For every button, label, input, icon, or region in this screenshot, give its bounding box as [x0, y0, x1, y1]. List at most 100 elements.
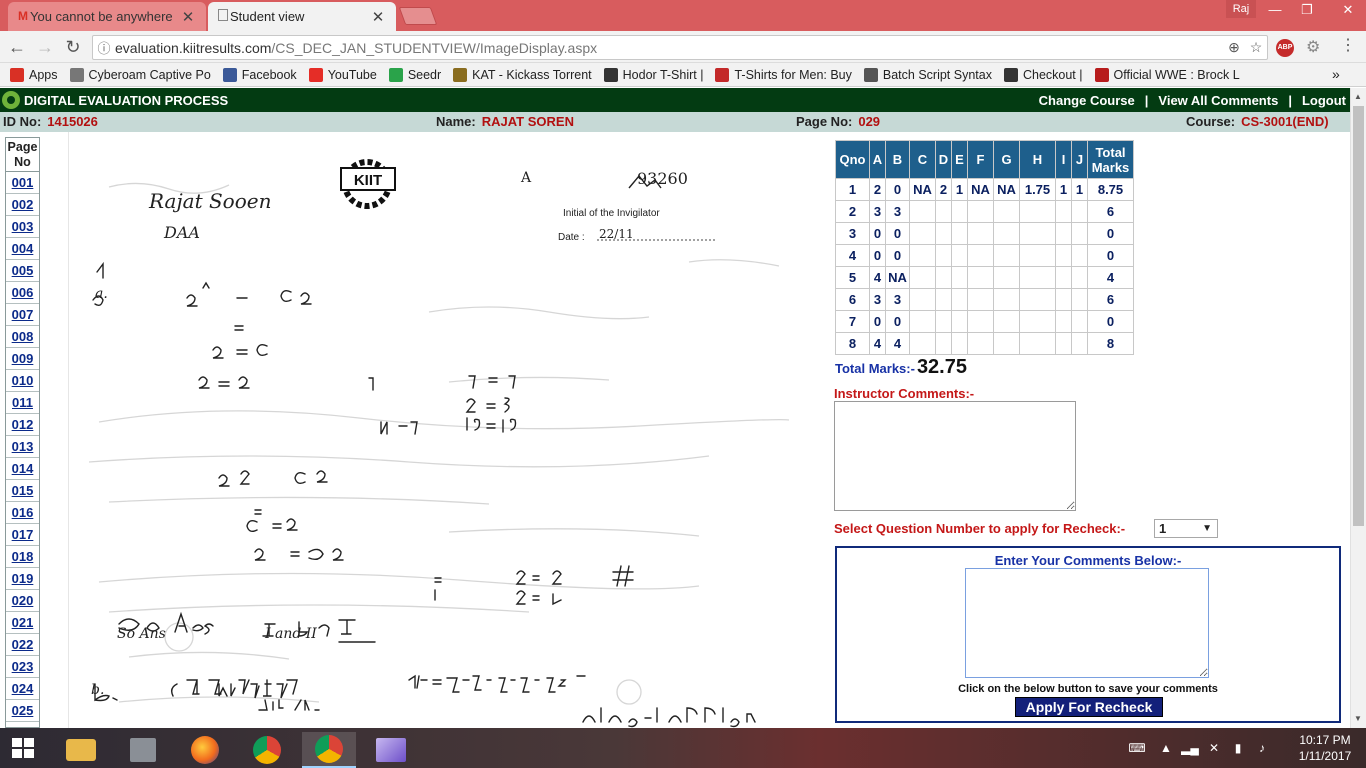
bookmark-item[interactable]: Checkout |: [1003, 67, 1083, 82]
marks-cell: 3: [835, 222, 870, 245]
info-icon[interactable]: ⓘ: [93, 38, 115, 57]
page-link[interactable]: 022: [6, 634, 39, 656]
marks-cell: [951, 332, 968, 355]
scroll-thumb[interactable]: [1353, 106, 1364, 526]
zoom-icon[interactable]: ⊕: [1223, 39, 1245, 56]
bookmark-star-icon[interactable]: ☆: [1245, 39, 1267, 56]
taskbar-clock[interactable]: 10:17 PM 1/11/2017: [1290, 732, 1360, 764]
page-link[interactable]: 003: [6, 216, 39, 238]
volume-icon[interactable]: ♪: [1252, 741, 1272, 755]
sheet-roll: 93260: [637, 169, 688, 188]
close-icon[interactable]: ✕: [370, 8, 386, 26]
page-link[interactable]: 013: [6, 436, 39, 458]
recheck-question-select[interactable]: 1 ▼: [1154, 519, 1218, 538]
scroll-down-icon[interactable]: ▼: [1354, 714, 1362, 723]
desktop-app-icon[interactable]: [116, 732, 170, 768]
change-course-link[interactable]: Change Course: [1039, 93, 1135, 108]
bookmark-item[interactable]: KAT - Kickass Torrent: [453, 67, 592, 82]
window-close-icon[interactable]: ✕: [1330, 0, 1366, 20]
tab-title: Student view: [230, 9, 305, 24]
table-row: 5 4 NA 4: [835, 266, 1134, 289]
page-link[interactable]: 018: [6, 546, 39, 568]
scroll-up-icon[interactable]: ▲: [1354, 92, 1362, 101]
view-all-comments-link[interactable]: View All Comments: [1158, 93, 1278, 108]
page-link[interactable]: 012: [6, 414, 39, 436]
adblock-plus-icon[interactable]: ABP: [1276, 39, 1294, 57]
battery-icon[interactable]: ▮: [1228, 741, 1248, 755]
page-link[interactable]: 006: [6, 282, 39, 304]
tshirt-icon: [715, 67, 730, 82]
date-label: Date :: [558, 232, 585, 243]
profile-badge[interactable]: Raj: [1226, 0, 1256, 18]
bookmark-item[interactable]: Hodor T-Shirt |: [603, 67, 703, 82]
page-link[interactable]: 014: [6, 458, 39, 480]
bookmark-item[interactable]: Official WWE : Brock L: [1094, 67, 1240, 82]
page-link[interactable]: 009: [6, 348, 39, 370]
minimize-icon[interactable]: —: [1260, 0, 1290, 20]
page-link[interactable]: 008: [6, 326, 39, 348]
bookmark-item[interactable]: Apps: [10, 67, 58, 82]
bookmark-item[interactable]: Seedr: [388, 67, 441, 82]
marks-cell: 8: [835, 332, 870, 355]
chevron-down-icon: ▼: [1202, 523, 1212, 534]
tab-student-view[interactable]: Student view ✕: [208, 2, 396, 31]
bookmark-item[interactable]: Batch Script Syntax: [863, 67, 992, 82]
page-link[interactable]: 019: [6, 568, 39, 590]
subject-name: DAA: [163, 223, 200, 242]
page-link[interactable]: 002: [6, 194, 39, 216]
marks-column-header: G: [993, 140, 1020, 179]
page-link[interactable]: 023: [6, 656, 39, 678]
page-link[interactable]: 024: [6, 678, 39, 700]
menu-dots-icon[interactable]: ⋮: [1340, 35, 1356, 55]
chrome-active-icon[interactable]: [302, 732, 356, 768]
logout-link[interactable]: Logout: [1302, 93, 1346, 108]
marks-cell: 0: [1087, 222, 1134, 245]
bookmark-label: KAT - Kickass Torrent: [472, 67, 592, 82]
page-link[interactable]: 007: [6, 304, 39, 326]
firefox-icon[interactable]: [178, 732, 232, 768]
bookmark-item[interactable]: Facebook: [222, 67, 297, 82]
bookmark-item[interactable]: YouTube: [308, 67, 377, 82]
bookmark-item[interactable]: Cyberoam Captive Po: [69, 67, 211, 82]
reload-icon[interactable]: ↻: [62, 36, 84, 58]
page-link[interactable]: 015: [6, 480, 39, 502]
apply-for-recheck-button[interactable]: Apply For Recheck: [1015, 697, 1163, 717]
marks-cell: [1071, 200, 1088, 223]
page-link[interactable]: 001: [6, 172, 39, 194]
marks-cell: 0: [869, 244, 886, 267]
student-comment-field[interactable]: [965, 568, 1209, 678]
signal-icon[interactable]: ▂▄: [1180, 741, 1200, 755]
windows-start-icon[interactable]: [12, 738, 34, 758]
chrome-icon[interactable]: [240, 732, 294, 768]
page-link[interactable]: 020: [6, 590, 39, 612]
media-player-icon[interactable]: [364, 732, 418, 768]
forward-icon[interactable]: →: [34, 36, 56, 58]
url-text[interactable]: evaluation.kiitresults.com/CS_DEC_JAN_ST…: [115, 40, 1223, 56]
bookmark-item[interactable]: T-Shirts for Men: Buy: [715, 67, 852, 82]
marks-cell: [967, 332, 994, 355]
page-link[interactable]: 004: [6, 238, 39, 260]
keyboard-icon[interactable]: ⌨: [1122, 741, 1152, 755]
comment-panel: Enter Your Comments Below:- Click on the…: [835, 546, 1341, 723]
page-link[interactable]: 021: [6, 612, 39, 634]
network-icon[interactable]: ✕: [1204, 741, 1224, 755]
page-link[interactable]: 011: [6, 392, 39, 414]
page-link[interactable]: 016: [6, 502, 39, 524]
tab-gmail[interactable]: M You cannot be anywhere ✕: [8, 2, 206, 31]
instructor-comments-field[interactable]: [834, 401, 1076, 511]
page-link[interactable]: 025: [6, 700, 39, 722]
marks-cell: [935, 244, 952, 267]
page-scrollbar[interactable]: ▲ ▼: [1350, 88, 1366, 728]
page-link[interactable]: 017: [6, 524, 39, 546]
restore-icon[interactable]: ❐: [1292, 0, 1322, 20]
page-link[interactable]: 005: [6, 260, 39, 282]
file-explorer-icon[interactable]: [54, 732, 108, 768]
close-icon[interactable]: ✕: [180, 8, 196, 26]
gear-icon[interactable]: ⚙: [1306, 37, 1320, 57]
more-bookmarks-icon[interactable]: »: [1332, 66, 1340, 82]
chevron-up-icon[interactable]: ▲: [1156, 741, 1176, 755]
page-link[interactable]: 010: [6, 370, 39, 392]
back-icon[interactable]: ←: [6, 36, 28, 58]
new-tab-button[interactable]: [398, 7, 438, 25]
address-bar[interactable]: ⓘ evaluation.kiitresults.com/CS_DEC_JAN_…: [92, 35, 1268, 60]
